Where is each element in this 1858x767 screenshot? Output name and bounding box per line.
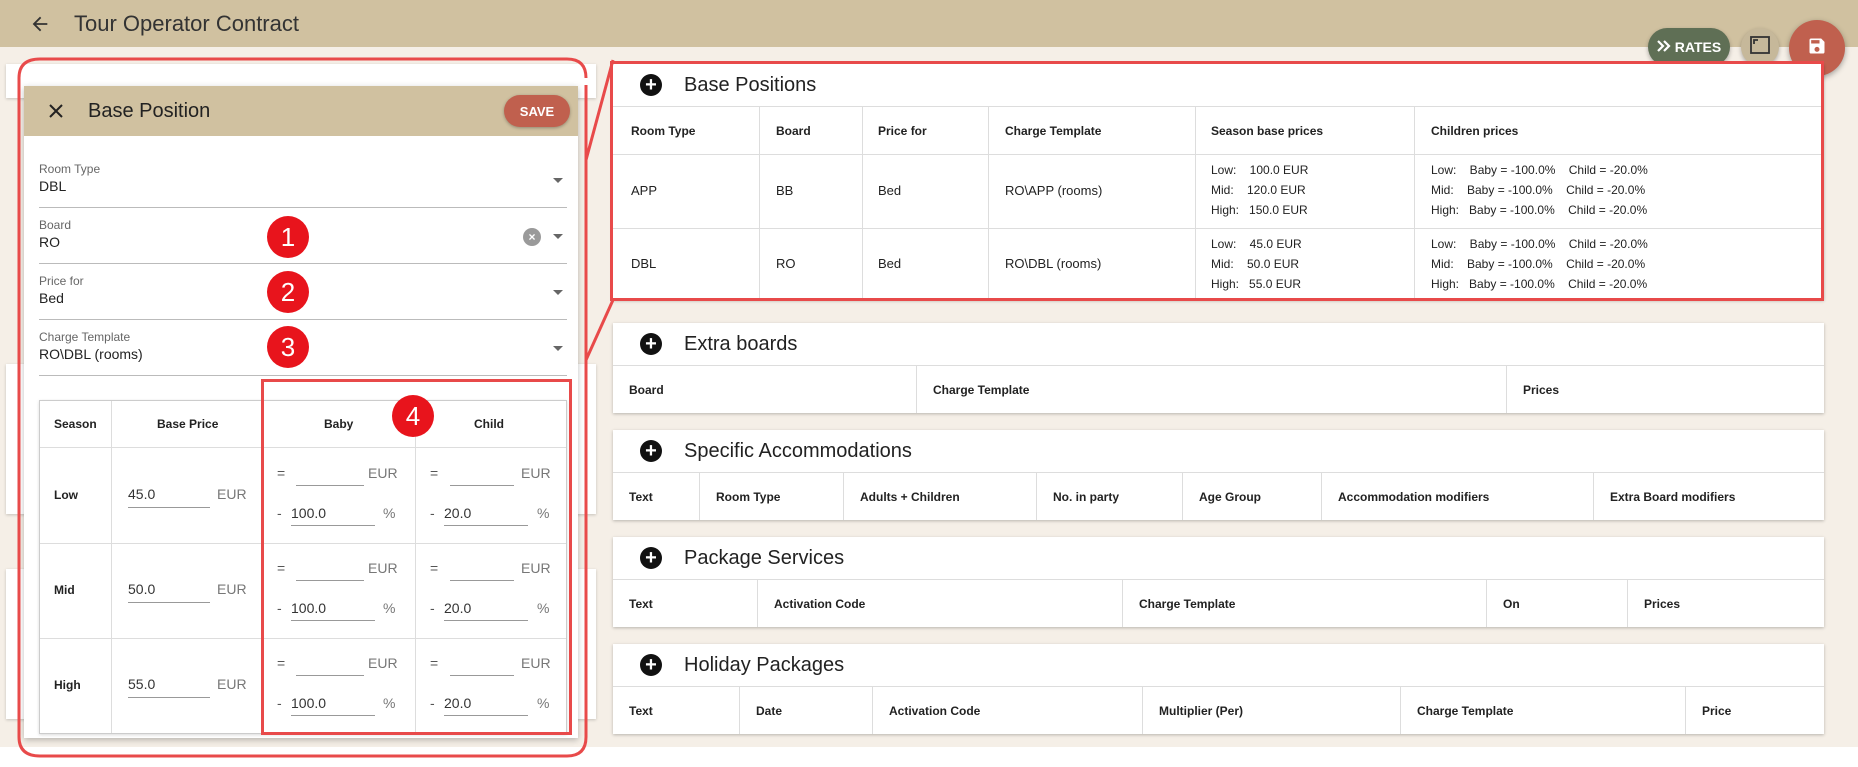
season-low: Low <box>54 488 78 502</box>
col-extra-board-modifiers: Extra Board modifiers <box>1610 490 1736 504</box>
board-value: RO <box>39 234 60 250</box>
card-title: + Extra boards <box>613 323 797 365</box>
extra-boards-title: Extra boards <box>684 332 798 355</box>
annotation-badge-3: 3 <box>267 326 309 368</box>
col-board: Board <box>629 383 664 397</box>
col-prices: Prices <box>1644 597 1681 611</box>
panel-save-button[interactable]: SAVE <box>504 95 570 127</box>
package-services-title: Package Services <box>684 546 845 569</box>
annotation-badge-1: 1 <box>267 216 309 258</box>
holiday-packages-title: Holiday Packages <box>684 653 845 676</box>
double-chevron-right-icon <box>1657 39 1671 55</box>
col-age-group: Age Group <box>1199 490 1261 504</box>
add-icon[interactable]: + <box>640 333 662 355</box>
table-header: Text Room Type Adults + Children No. in … <box>613 472 1824 520</box>
col-adults-children: Adults + Children <box>860 490 960 504</box>
panel-title: Base Position <box>88 99 211 122</box>
col-activation-code: Activation Code <box>774 597 866 611</box>
season-mid: Mid <box>54 583 75 597</box>
chevron-down-icon[interactable] <box>553 178 563 183</box>
card-title: + Package Services <box>613 537 844 579</box>
close-icon[interactable] <box>40 95 72 127</box>
chevron-down-icon[interactable] <box>553 234 563 239</box>
currency-unit: EUR <box>217 486 247 502</box>
col-charge-template: Charge Template <box>933 383 1030 397</box>
table-header: Text Date Activation Code Multiplier (Pe… <box>613 686 1824 734</box>
specific-accommodations-title: Specific Accommodations <box>684 439 912 462</box>
extra-boards-card: + Extra boards Board Charge Template Pri… <box>613 323 1824 413</box>
base-price-input-high[interactable]: 55.0 <box>128 676 155 692</box>
charge-template-label: Charge Template <box>39 330 131 344</box>
currency-unit: EUR <box>217 676 247 692</box>
app-bar: Tour Operator Contract <box>0 0 1858 47</box>
package-services-card: + Package Services Text Activation Code … <box>613 537 1824 627</box>
col-multiplier: Multiplier (Per) <box>1159 704 1244 718</box>
fullscreen-icon <box>1750 35 1770 59</box>
room-type-value: DBL <box>39 178 67 194</box>
col-date: Date <box>756 704 783 718</box>
col-text: Text <box>629 704 653 718</box>
annotation-badge-4: 4 <box>392 395 434 437</box>
page-title: Tour Operator Contract <box>74 10 299 36</box>
add-icon[interactable]: + <box>640 547 662 569</box>
chevron-down-icon[interactable] <box>553 290 563 295</box>
room-type-select[interactable]: Room Type DBL <box>39 156 567 208</box>
col-price: Price <box>1702 704 1732 718</box>
charge-template-value: RO\DBL (rooms) <box>39 346 143 362</box>
board-label: Board <box>39 218 72 232</box>
base-price-input-low[interactable]: 45.0 <box>128 486 155 502</box>
card-title: + Holiday Packages <box>613 644 844 686</box>
col-text: Text <box>629 490 653 504</box>
card-title: + Specific Accommodations <box>613 430 912 472</box>
annotation-highlight-base-positions <box>610 61 1824 301</box>
chevron-down-icon[interactable] <box>553 346 563 351</box>
rates-label: RATES <box>1674 39 1722 55</box>
panel-header: Base Position SAVE <box>24 86 578 136</box>
back-arrow-icon[interactable] <box>22 6 58 42</box>
col-charge-template: Charge Template <box>1139 597 1236 611</box>
col-prices: Prices <box>1523 383 1560 397</box>
clear-icon[interactable]: × <box>523 228 541 246</box>
col-no-in-party: No. in party <box>1053 490 1120 504</box>
header-base-price: Base Price <box>157 417 219 431</box>
add-icon[interactable]: + <box>640 654 662 676</box>
col-charge-template: Charge Template <box>1417 704 1514 718</box>
col-text: Text <box>629 597 653 611</box>
table-header: Text Activation Code Charge Template On … <box>613 579 1824 627</box>
table-header: Board Charge Template Prices <box>613 365 1824 413</box>
add-icon[interactable]: + <box>640 440 662 462</box>
season-high: High <box>54 678 81 692</box>
annotation-badge-2: 2 <box>267 271 309 313</box>
col-on: On <box>1503 597 1520 611</box>
specific-accommodations-card: + Specific Accommodations Text Room Type… <box>613 430 1824 520</box>
room-type-label: Room Type <box>39 162 101 176</box>
col-activation-code: Activation Code <box>889 704 981 718</box>
currency-unit: EUR <box>217 581 247 597</box>
header-season: Season <box>54 417 97 431</box>
col-room-type: Room Type <box>716 490 781 504</box>
holiday-packages-card: + Holiday Packages Text Date Activation … <box>613 644 1824 734</box>
col-accommodation-modifiers: Accommodation modifiers <box>1338 490 1490 504</box>
floppy-disk-icon <box>1807 36 1827 61</box>
price-for-value: Bed <box>39 290 64 306</box>
base-price-input-mid[interactable]: 50.0 <box>128 581 155 597</box>
price-for-label: Price for <box>39 274 84 288</box>
